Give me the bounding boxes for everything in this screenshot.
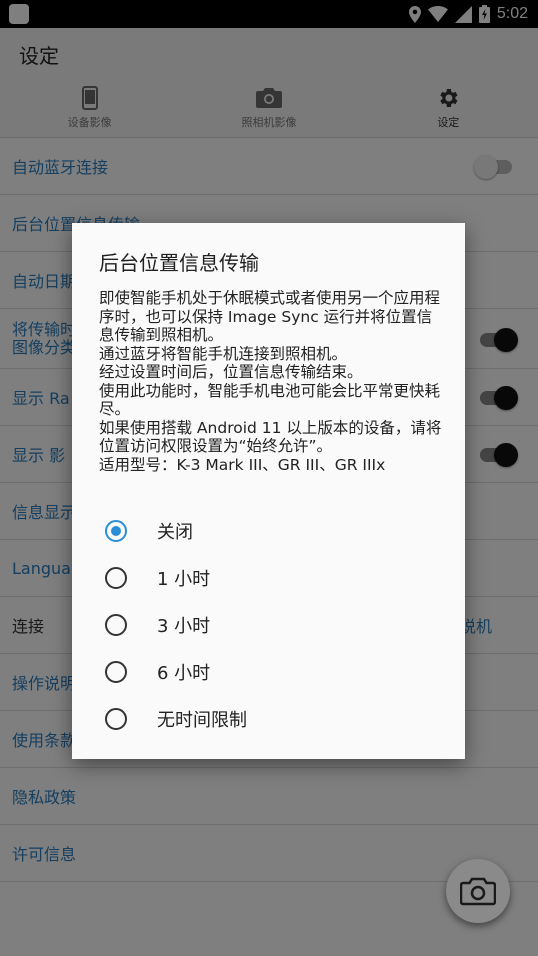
- option-6-hours[interactable]: 6 小时: [72, 648, 465, 695]
- background-location-dialog: 后台位置信息传输 即使智能手机处于休眠模式或者使用另一个应用程序时，也可以保持 …: [72, 223, 465, 759]
- radio-button[interactable]: [105, 660, 127, 683]
- option-3-hours[interactable]: 3 小时: [72, 601, 465, 648]
- radio-button[interactable]: [105, 707, 127, 730]
- option-off[interactable]: 关闭: [72, 507, 465, 554]
- option-no-limit[interactable]: 无时间限制: [72, 695, 465, 742]
- radio-button[interactable]: [105, 613, 127, 636]
- option-1-hour[interactable]: 1 小时: [72, 554, 465, 601]
- camera-icon: [460, 877, 496, 906]
- dialog-title: 后台位置信息传输: [99, 251, 259, 275]
- camera-fab[interactable]: [446, 859, 510, 923]
- dialog-message: 即使智能手机处于休眠模式或者使用另一个应用程序时，也可以保持 Image Syn…: [99, 289, 442, 474]
- radio-button[interactable]: [105, 566, 127, 589]
- duration-radio-group: 关闭 1 小时 3 小时 6 小时 无时间限制: [72, 507, 465, 742]
- radio-button[interactable]: [105, 519, 127, 542]
